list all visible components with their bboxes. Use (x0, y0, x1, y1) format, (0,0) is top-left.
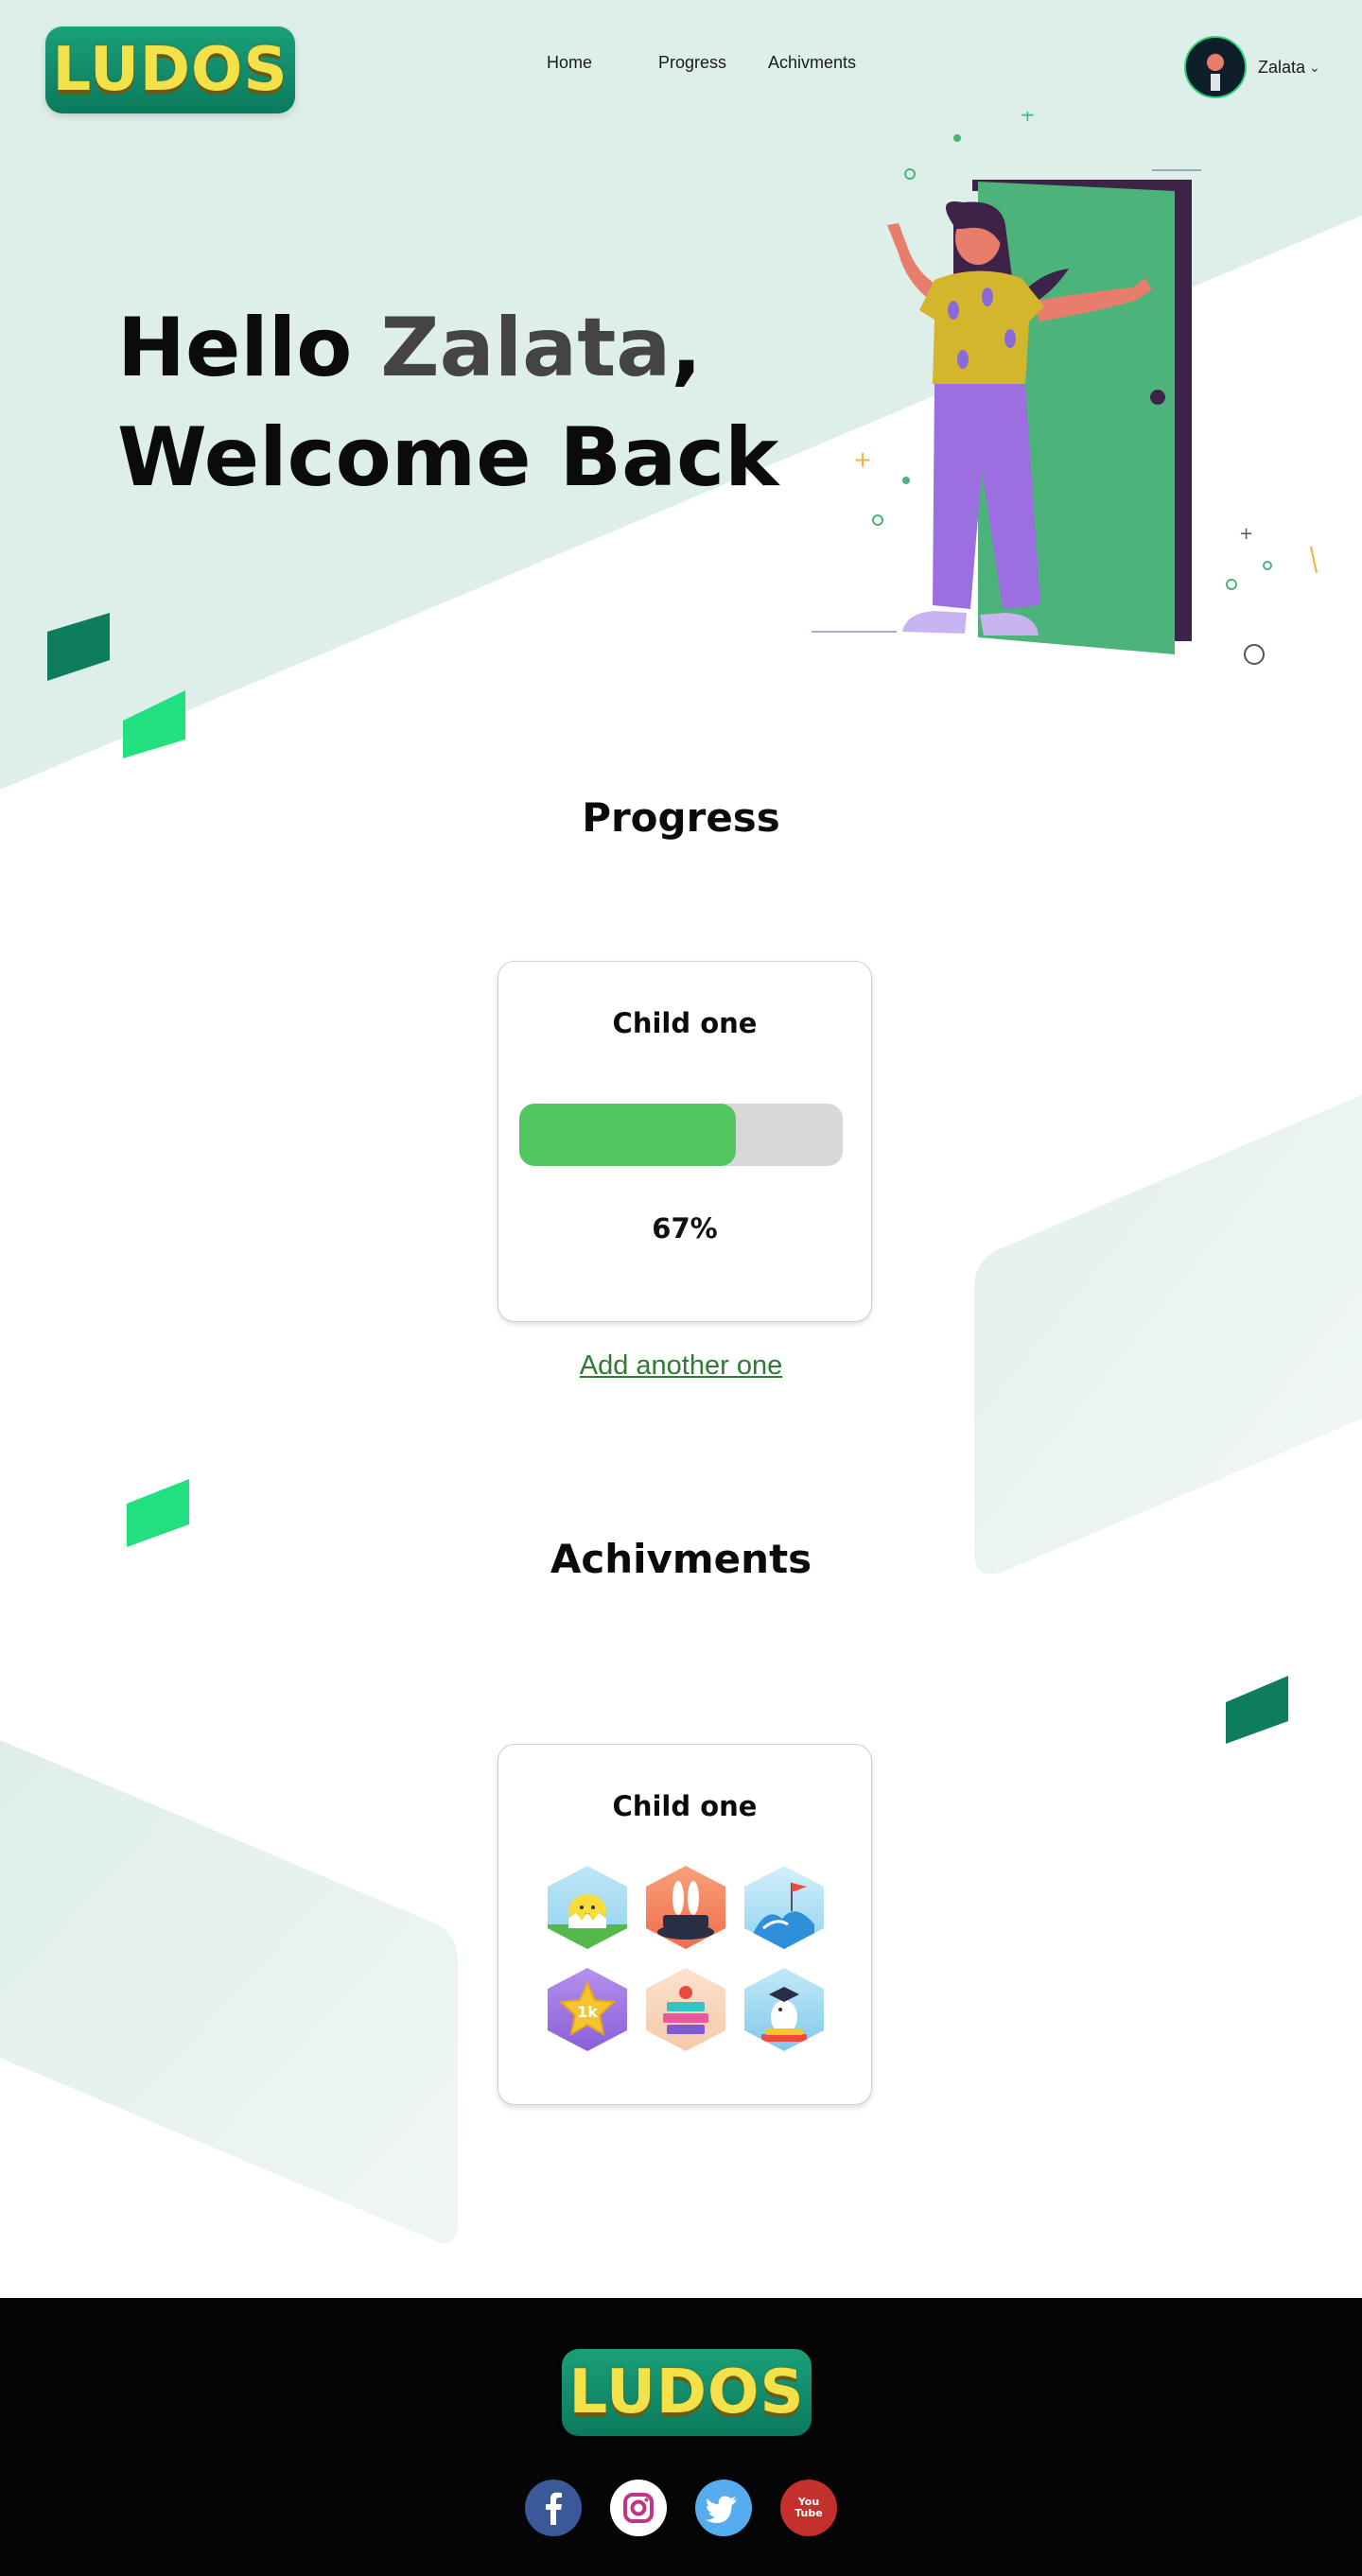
user-name: Zalata (1258, 57, 1306, 77)
footer (0, 2298, 1362, 2576)
nav-home[interactable]: Home (547, 53, 592, 73)
twitter-icon[interactable] (695, 2480, 752, 2536)
avatar (1184, 36, 1247, 98)
rabbit-hat-badge-icon[interactable] (646, 1866, 725, 1949)
ludos-logo[interactable]: LUDOS (45, 26, 295, 113)
1k-star-badge-icon[interactable]: 1k (548, 1968, 627, 2051)
wave-flag-badge-icon[interactable] (744, 1866, 824, 1949)
progress-child-name: Child one (612, 1007, 758, 1039)
books-apple-badge-icon[interactable] (646, 1968, 725, 2051)
badge-star-text: 1k (577, 2003, 598, 2021)
hero-greeting: Hello Zalata, Welcome Back (117, 293, 778, 513)
svg-text:+: + (853, 446, 872, 473)
nav-progress[interactable]: Progress (658, 53, 726, 73)
chick-badge-icon[interactable] (548, 1866, 627, 1949)
badge-grid: 1k (548, 1866, 824, 2051)
achievements-card: Child one 1k (498, 1744, 872, 2105)
graduate-bird-badge-icon[interactable] (744, 1968, 824, 2051)
achievements-section-title: Achivments (550, 1536, 812, 1582)
progress-percent: 67% (652, 1212, 718, 1244)
hero-welcome: Welcome Back (117, 410, 779, 505)
user-menu[interactable]: Zalata ⌄ (1184, 36, 1320, 98)
instagram-icon[interactable] (610, 2480, 667, 2536)
nav-achievements[interactable]: Achivments (768, 53, 856, 73)
chevron-down-icon: ⌄ (1309, 59, 1320, 75)
hero-user-name: Zalata (380, 301, 672, 395)
progress-bar-fill (519, 1104, 737, 1166)
progress-section-title: Progress (582, 794, 780, 841)
add-another-child-link[interactable]: Add another one (0, 1350, 1362, 1382)
logo-text: LUDOS (52, 35, 288, 105)
youtube-icon[interactable]: You Tube (780, 2480, 837, 2536)
achievements-child-name: Child one (612, 1790, 758, 1822)
welcome-illustration: + + + (812, 112, 1318, 665)
avatar-image (1207, 53, 1224, 91)
progress-bar (519, 1104, 843, 1166)
svg-text:+: + (1239, 524, 1253, 544)
footer-logo[interactable]: LUDOS (562, 2349, 812, 2436)
progress-card: Child one 67% (498, 961, 872, 1322)
facebook-icon[interactable] (525, 2480, 582, 2536)
youtube-icon-text: You Tube (794, 2496, 823, 2519)
hero-comma: , (671, 301, 703, 395)
svg-text:+: + (1020, 112, 1036, 126)
hero-hello: Hello (117, 301, 381, 395)
footer-logo-text: LUDOS (568, 2358, 805, 2428)
